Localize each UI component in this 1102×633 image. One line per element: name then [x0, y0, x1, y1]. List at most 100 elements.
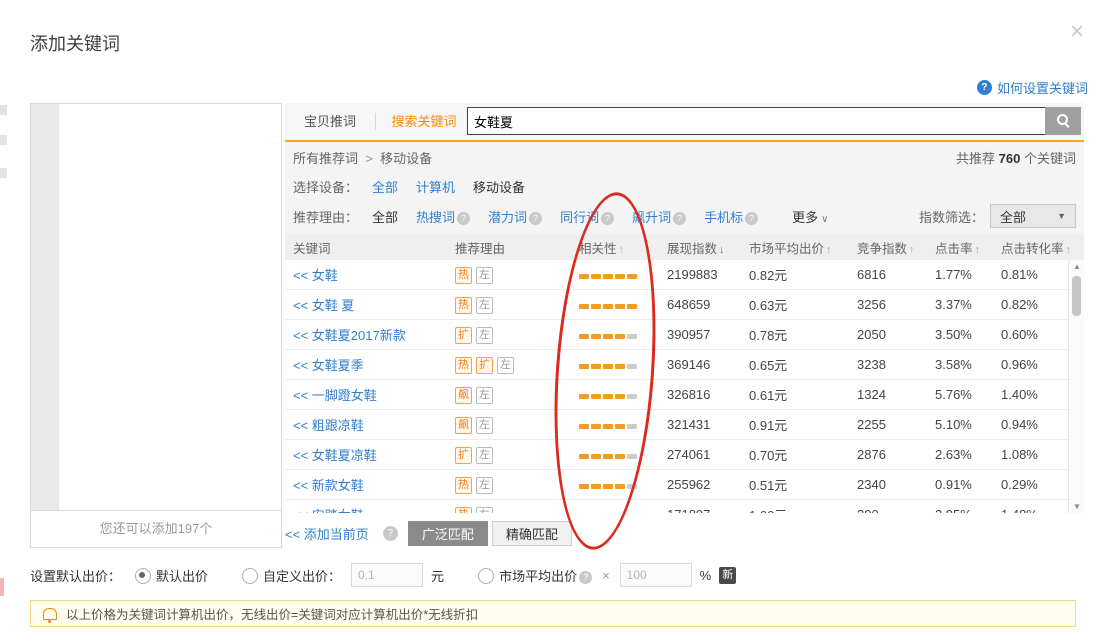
- notice-text: 以上价格为关键词计算机出价，无线出价=关键词对应计算机出价*无线折扣: [66, 604, 478, 623]
- market-avg-price-value: 1.00元: [741, 505, 849, 513]
- price-notice-bar: 以上价格为关键词计算机出价，无线出价=关键词对应计算机出价*无线折扣: [30, 600, 1076, 627]
- reason-option-hot[interactable]: 热搜词?: [416, 207, 470, 226]
- sort-up-icon[interactable]: ↑: [619, 244, 625, 256]
- custom-bid-input[interactable]: [351, 563, 423, 587]
- help-circle-icon[interactable]: ?: [383, 526, 398, 541]
- impression-index-value: 171897: [659, 507, 741, 513]
- impression-index-value: 369146: [659, 357, 741, 372]
- relevance-bar-segment: [603, 424, 613, 429]
- help-circle-icon[interactable]: ?: [673, 212, 686, 225]
- chevron-down-icon: ∨: [821, 214, 828, 225]
- reason-option-soaring[interactable]: 飙升词?: [632, 207, 686, 226]
- help-link[interactable]: ? 如何设置关键词: [977, 78, 1088, 97]
- keyword-add-link[interactable]: << 女鞋夏季: [285, 355, 447, 374]
- search-button[interactable]: [1045, 107, 1081, 135]
- scroll-up-icon[interactable]: ▲: [1069, 262, 1085, 271]
- relevance-bars: [571, 327, 659, 342]
- exact-match-button[interactable]: 精确匹配: [492, 521, 572, 546]
- reason-badge: 飙: [455, 417, 472, 434]
- reason-badge: 左: [497, 357, 514, 374]
- scroll-down-icon[interactable]: ▼: [1069, 502, 1085, 511]
- help-circle-icon[interactable]: ?: [579, 571, 592, 584]
- reason-option-mobile-tag[interactable]: 手机标?: [704, 207, 758, 226]
- keyword-add-link[interactable]: << 女鞋: [285, 265, 447, 284]
- column-header[interactable]: 竞争指数↑: [849, 238, 927, 257]
- market-avg-price-value: 0.82元: [741, 265, 849, 284]
- sort-down-icon[interactable]: ↓: [719, 244, 725, 256]
- relevance-bar-segment: [627, 424, 637, 429]
- add-current-page-link[interactable]: << 添加当前页: [285, 524, 369, 543]
- breadcrumb-root[interactable]: 所有推荐词: [293, 151, 358, 166]
- reason-option-peer[interactable]: 同行词?: [560, 207, 614, 226]
- question-circle-icon: ?: [977, 80, 992, 95]
- ctr-value: 3.58%: [927, 357, 993, 372]
- column-header: 推荐理由: [447, 238, 571, 257]
- relevance-bar-segment: [591, 334, 601, 339]
- relevance-bar-segment: [591, 454, 601, 459]
- custom-bid-radio[interactable]: [242, 568, 258, 584]
- bid-bar-label: 设置默认出价：: [30, 566, 121, 585]
- help-circle-icon[interactable]: ?: [601, 212, 614, 225]
- reason-option-all[interactable]: 全部: [372, 207, 398, 226]
- column-header[interactable]: 点击率↑: [927, 238, 993, 257]
- keyword-add-link[interactable]: << 安踏女鞋: [285, 505, 447, 513]
- sort-up-icon[interactable]: ↑: [826, 244, 832, 256]
- cvr-value: 0.96%: [993, 357, 1068, 372]
- help-circle-icon[interactable]: ?: [457, 212, 470, 225]
- column-header[interactable]: 点击转化率↑: [993, 238, 1068, 257]
- keyword-add-link[interactable]: << 新款女鞋: [285, 475, 447, 494]
- reason-filter-label: 推荐理由：: [293, 207, 358, 226]
- market-avg-radio[interactable]: [478, 568, 494, 584]
- help-circle-icon[interactable]: ?: [745, 212, 758, 225]
- reason-badges: 热左: [447, 506, 571, 514]
- table-row: << 女鞋夏季热扩左3691460.65元32383.58%0.96%: [285, 350, 1068, 380]
- default-bid-bar: 设置默认出价： 默认出价 自定义出价： 元 市场平均出价? × % 新: [30, 561, 736, 589]
- column-header[interactable]: 相关性↑: [571, 238, 659, 257]
- table-scrollbar[interactable]: ▲ ▼: [1068, 260, 1084, 513]
- device-option-mobile[interactable]: 移动设备: [473, 177, 525, 196]
- device-option-all[interactable]: 全部: [372, 177, 398, 196]
- column-header[interactable]: 展现指数↓: [659, 238, 741, 257]
- table-header: 关键词推荐理由相关性↑展现指数↓市场平均出价↑竞争指数↑点击率↑点击转化率↑: [285, 234, 1084, 260]
- page-title: 添加关键词: [30, 30, 120, 56]
- close-icon[interactable]: ×: [1070, 20, 1084, 44]
- keyword-add-link[interactable]: << 女鞋夏2017新款: [285, 325, 447, 344]
- relevance-bar-segment: [591, 364, 601, 369]
- column-header[interactable]: 市场平均出价↑: [741, 238, 849, 257]
- filter-block: 所有推荐词 > 移动设备 共推荐 760 个关键词 选择设备： 全部 计算机 移…: [285, 142, 1084, 234]
- market-avg-price-value: 0.63元: [741, 295, 849, 314]
- relevance-bar-segment: [591, 274, 601, 279]
- keyword-add-link[interactable]: << 女鞋夏凉鞋: [285, 445, 447, 464]
- market-avg-label: 市场平均出价: [499, 569, 577, 584]
- table-row: << 安踏女鞋热左1718971.00元2903.95%1.48%: [285, 500, 1068, 513]
- device-option-pc[interactable]: 计算机: [416, 177, 455, 196]
- tab-product-words[interactable]: 宝贝推词: [285, 103, 375, 140]
- cvr-value: 0.81%: [993, 267, 1068, 282]
- keyword-add-link[interactable]: << 女鞋 夏: [285, 295, 447, 314]
- keyword-add-link[interactable]: << 粗跟凉鞋: [285, 415, 447, 434]
- sort-up-icon[interactable]: ↑: [909, 244, 915, 256]
- reason-option-potential[interactable]: 潜力词?: [488, 207, 542, 226]
- market-percent-input[interactable]: [620, 563, 692, 587]
- scrollbar-thumb[interactable]: [1072, 276, 1081, 316]
- reason-badge: 扩: [455, 447, 472, 464]
- table-row: << 女鞋夏2017新款扩左3909570.78元20503.50%0.60%: [285, 320, 1068, 350]
- tab-search-keywords[interactable]: 搜索关键词: [376, 103, 472, 140]
- broad-match-button[interactable]: 广泛匹配: [408, 521, 488, 546]
- sort-up-icon[interactable]: ↑: [1066, 244, 1072, 256]
- keyword-search-input[interactable]: [467, 107, 1051, 135]
- multiply-sign: ×: [602, 568, 610, 583]
- help-circle-icon[interactable]: ?: [529, 212, 542, 225]
- sort-up-icon[interactable]: ↑: [975, 244, 981, 256]
- page-edge-artifact: [0, 135, 7, 145]
- impression-index-value: 274061: [659, 447, 741, 462]
- index-filter-dropdown[interactable]: 全部 ▼: [990, 204, 1076, 228]
- relevance-bars: [571, 357, 659, 372]
- default-bid-radio[interactable]: [135, 568, 151, 584]
- competition-index-value: 6816: [849, 267, 927, 282]
- market-avg-price-value: 0.70元: [741, 445, 849, 464]
- keyword-add-link[interactable]: << 一脚蹬女鞋: [285, 385, 447, 404]
- relevance-bar-segment: [591, 484, 601, 489]
- remaining-quota-hint: 您还可以添加197个: [31, 510, 281, 547]
- more-filters-button[interactable]: 更多∨: [792, 207, 828, 226]
